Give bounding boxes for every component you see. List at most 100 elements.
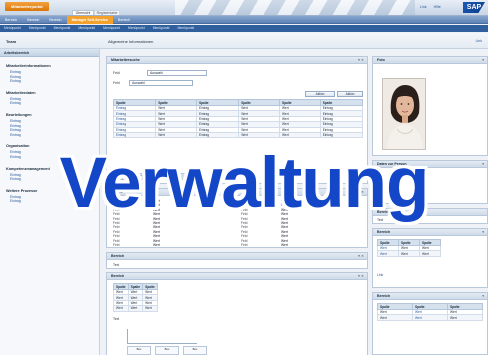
page-title: Allgemeine Informationen <box>108 39 154 44</box>
sidebar-link[interactable]: Eintrag <box>6 79 99 84</box>
table-row[interactable]: Wert Wert Wert <box>113 288 158 296</box>
detail-label: Feld <box>241 225 248 230</box>
subnav-item[interactable]: Menüpunkt <box>124 25 149 32</box>
table-cell: Wert <box>447 314 483 321</box>
mini-panel: Bereich Text <box>372 208 488 224</box>
nav-item[interactable]: Bereich <box>44 16 66 24</box>
documents-table: Spalte Spalte Spalte Wert Wert Wert Wert We… <box>377 303 483 321</box>
sidebar-link[interactable]: Eintrag <box>6 199 99 204</box>
org-connector <box>127 329 128 343</box>
sidebar-group: Beurteilungen Eintrag Eintrag Eintrag Ei… <box>6 113 99 137</box>
panel-title: Details <box>111 190 123 194</box>
table-row[interactable]: Wert Wert Wert <box>113 294 158 301</box>
panel-menu-icon[interactable]: ▾ <box>482 57 484 64</box>
employee-search-panel: Mitarbeitersuche ▾ ✕ Feld Auswahl Feld A… <box>106 56 368 184</box>
sidebar-link[interactable]: Eintrag <box>6 133 99 138</box>
history-link[interactable]: Link <box>476 39 482 43</box>
sidebar-group: Mitarbeiterinformationen Eintrag Eintrag… <box>6 64 99 84</box>
panel-header: Bereich ▾ <box>373 229 487 236</box>
pager-last-button[interactable] <box>145 174 153 180</box>
table-row[interactable]: Wert Wert Wert <box>113 299 158 307</box>
panel-menu-icon[interactable]: ▾ ✕ <box>358 253 364 260</box>
table-cell[interactable]: Wert <box>412 314 448 321</box>
panel-header: Mitarbeitersuche ▾ ✕ <box>107 57 367 64</box>
title-strip: Team Allgemeine Informationen Link <box>0 33 488 49</box>
org-chart-node[interactable]: Box <box>155 346 179 355</box>
subnav-item[interactable]: Menüpunkt <box>149 25 174 32</box>
detail-value: Wert <box>415 171 422 175</box>
pager-prev-button[interactable] <box>125 174 133 180</box>
nav-item[interactable]: Bereich <box>22 16 44 24</box>
table-row[interactable]: Eintrag Wert Eintrag Wert Wert Eintrag <box>112 131 364 139</box>
detail-label: Feld <box>113 221 120 225</box>
panel-menu-icon[interactable]: ▾ <box>482 161 484 168</box>
subnav-item[interactable]: Menüpunkt <box>74 25 99 32</box>
employee-table: Spalte Spalte Spalte Spalte Spalte Spalt… <box>112 99 364 139</box>
sidebar-link[interactable]: Eintrag <box>6 101 99 106</box>
pager-first-button[interactable] <box>115 174 123 180</box>
detail-row: Feld Wert <box>377 186 488 191</box>
nav-item[interactable]: Bereich <box>113 16 135 24</box>
header-links: Link Hilfe <box>420 5 447 9</box>
header-link[interactable]: Hilfe <box>434 5 441 9</box>
action-button[interactable]: Aktion <box>337 91 363 97</box>
table-cell: Wert <box>419 250 441 257</box>
detail-label: Feld <box>241 212 248 217</box>
nav-item[interactable]: Bereich <box>0 16 22 24</box>
sidebar-link[interactable]: Eintrag <box>6 177 99 182</box>
sidebar-group: Weitere Prozesse Eintrag Eintrag <box>6 189 99 204</box>
panel-menu-icon[interactable]: ▾ ✕ <box>358 57 364 64</box>
org-chart-node[interactable]: Box <box>183 346 207 355</box>
portal-brand[interactable]: Mitarbeiterportal <box>5 2 49 11</box>
person-portrait-icon <box>383 79 425 149</box>
panel-menu-icon[interactable]: ▾ ✕ <box>358 273 364 280</box>
detail-label: Feld <box>241 229 248 234</box>
table-cell: Wert <box>377 314 413 321</box>
panel-title: Bereich <box>377 210 391 214</box>
filter-select[interactable]: Auswahl <box>129 80 193 86</box>
table-cell[interactable]: Wert <box>377 250 399 257</box>
view-select[interactable]: Auswahl <box>147 70 207 76</box>
table-row[interactable]: Wert Wert Wert <box>377 250 441 257</box>
detail-label: Feld <box>241 203 248 208</box>
pager-next-button[interactable] <box>135 174 143 180</box>
detail-label: Feld <box>113 225 120 230</box>
table-pager <box>113 173 193 180</box>
subnav-item[interactable]: Menüpunkt <box>25 25 50 32</box>
sidebar-group: Organisation Eintrag Eintrag <box>6 144 99 159</box>
panel-header: Bereich <box>373 209 487 216</box>
detail-label: Feld <box>241 216 248 221</box>
detail-label: Feld <box>377 176 384 180</box>
subnav-item[interactable]: Menüpunkt <box>0 25 25 32</box>
detail-value: Wert <box>281 238 288 243</box>
nav-item-active[interactable]: Manager Self-Service <box>66 16 113 24</box>
detail-label: Feld <box>241 238 248 243</box>
subnav-item[interactable]: Menüpunkt <box>173 25 198 32</box>
qualifications-link[interactable]: Link <box>377 273 383 277</box>
panel-menu-icon[interactable]: ▾ ✕ <box>358 189 364 196</box>
sidebar-link[interactable]: Eintrag <box>6 155 99 160</box>
detail-value: Wert <box>281 199 288 203</box>
header-link[interactable]: Link <box>420 5 427 9</box>
detail-label: Feld <box>113 216 120 221</box>
subnav-item[interactable]: Menüpunkt <box>99 25 124 32</box>
subnav-item[interactable]: Menüpunkt <box>50 25 75 32</box>
panel-header: Foto ▾ <box>373 57 487 64</box>
detail-label: Feld <box>113 203 120 208</box>
detail-label: Feld <box>113 199 120 203</box>
table-row[interactable]: Wert Wert Wert <box>377 314 483 321</box>
table-row[interactable]: Wert Wert Wert <box>113 305 158 312</box>
detail-value: Wert <box>415 181 422 185</box>
detail-value: Wert <box>153 207 160 212</box>
panel-title: Bereich <box>111 254 125 258</box>
detail-label: Feld <box>241 207 248 212</box>
sidebar-group-title: Beurteilungen <box>6 112 32 117</box>
table-cell[interactable]: Eintrag <box>112 131 157 139</box>
panel-menu-icon[interactable]: ▾ <box>482 293 484 300</box>
detail-value: Wert <box>153 238 160 243</box>
panel-header: Details ▾ ✕ <box>107 189 367 196</box>
panel-menu-icon[interactable]: ▾ <box>482 229 484 236</box>
org-chart-node[interactable]: Box <box>127 346 151 355</box>
detail-value: Wert <box>153 221 160 225</box>
action-button[interactable]: Aktion <box>305 91 335 97</box>
